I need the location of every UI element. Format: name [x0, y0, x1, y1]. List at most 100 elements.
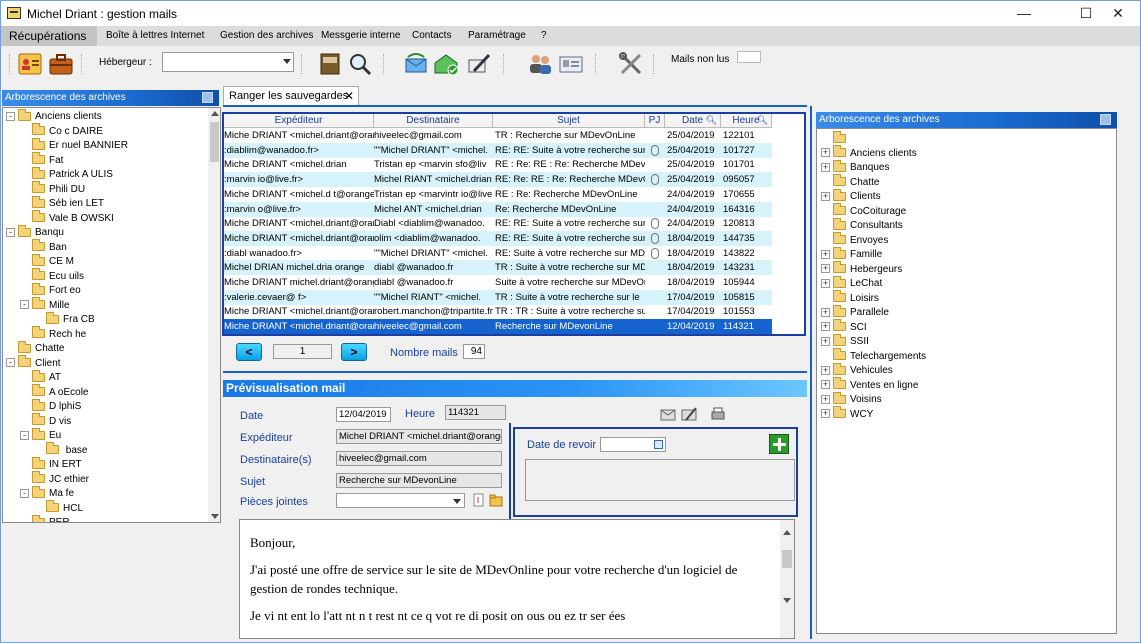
right-tree-item[interactable]: + Hebergeurs	[819, 261, 1109, 278]
col-header-date[interactable]: Date 🔍︎	[665, 114, 721, 128]
right-tree-item[interactable]: + LeChat	[819, 275, 1109, 292]
prev-page-button[interactable]: <	[236, 343, 262, 361]
right-splitter[interactable]	[810, 106, 812, 639]
table-row[interactable]: Miche DRIANT michel.driant@orange diabl @…	[224, 275, 772, 290]
right-tree-item[interactable]: + Ventes en ligne	[819, 377, 1109, 394]
right-tree-item[interactable]: + Parallele	[819, 304, 1109, 321]
print-icon[interactable]	[709, 406, 727, 422]
reply-icon[interactable]	[659, 406, 677, 422]
right-tree-item[interactable]: Telechargements	[819, 348, 1109, 365]
table-row[interactable]: Miche DRIANT <michel.drian Tristan ep <ma…	[224, 157, 772, 172]
menu-messagerie-interne[interactable]: Messgerie interne	[313, 26, 408, 46]
left-tree-scrollbar[interactable]	[208, 108, 220, 522]
left-tree-item[interactable]: IN ERT	[3, 456, 208, 473]
briefcase-icon[interactable]	[48, 51, 74, 77]
left-tree-item[interactable]: Ban	[3, 239, 208, 256]
table-row[interactable]: Miche DRIANT <michel.driant@orange hiveel…	[224, 319, 772, 334]
expand-icon[interactable]: +	[821, 322, 830, 332]
attachment-view-icon[interactable]	[472, 493, 486, 507]
left-tree-item[interactable]: base	[3, 442, 208, 459]
right-tree-item[interactable]: Consultants	[819, 217, 1109, 234]
left-tree-item[interactable]: JC ethier	[3, 471, 208, 488]
expand-icon[interactable]: +	[821, 148, 830, 158]
col-header-expediteur[interactable]: Expéditeur	[224, 114, 374, 128]
left-tree-item[interactable]: Phili DU	[3, 181, 208, 198]
menu-gestion-archives[interactable]: Gestion des archives	[212, 26, 321, 46]
search-icon[interactable]	[347, 51, 373, 77]
expand-icon[interactable]: +	[821, 162, 830, 172]
right-tree-item[interactable]: + WCY	[819, 406, 1109, 423]
left-tree-item[interactable]: Fort eo	[3, 282, 208, 299]
expand-icon[interactable]: +	[821, 409, 830, 419]
chevron-up-icon[interactable]	[783, 530, 791, 535]
right-tree-item[interactable]: + SSII	[819, 333, 1109, 350]
minimize-button[interactable]: —	[1001, 1, 1047, 26]
tab-ranger-sauvegardes[interactable]: Ranger les sauvegardes ✕	[223, 86, 359, 106]
table-row[interactable]: :diablim@wanadoo.fr> ""Michel DRIANT" <mi…	[224, 142, 772, 158]
left-tree-item[interactable]: - Client	[3, 355, 208, 372]
left-tree-item[interactable]: Fra CB	[3, 311, 208, 328]
contact-card-icon[interactable]	[17, 51, 43, 77]
left-tree-item[interactable]: Chatte	[3, 340, 208, 357]
table-row[interactable]: :marvin o@live.fr> Michel ANT <michel.dri…	[224, 201, 772, 217]
revoir-date-field[interactable]	[600, 437, 666, 452]
right-tree-item[interactable]: + SCI	[819, 319, 1109, 336]
users-icon[interactable]	[527, 51, 553, 77]
expand-icon[interactable]: +	[821, 394, 830, 404]
close-button[interactable]: ✕	[1095, 1, 1141, 26]
hebergeur-select[interactable]	[162, 52, 294, 72]
search-icon[interactable]: 🔍︎	[757, 114, 768, 127]
scroll-thumb[interactable]	[782, 550, 792, 568]
send-receive-icon[interactable]	[403, 51, 429, 77]
left-tree-item[interactable]: Patrick A ULIS	[3, 166, 208, 183]
left-tree-item[interactable]: AT	[3, 369, 208, 386]
mail-body[interactable]: Bonjour, J'ai posté une offre de service…	[239, 519, 795, 639]
menu-boite-lettres[interactable]: Boîte à lettres Internet	[98, 26, 212, 46]
table-row[interactable]: Miche DRIANT <michel.driant@orange Diabl …	[224, 216, 772, 231]
left-tree-item[interactable]: Er nuel BANNIER	[3, 137, 208, 154]
table-row[interactable]: Miche DRIANT <michel.driant@orange hiveel…	[224, 128, 772, 143]
left-tree-item[interactable]: Fat	[3, 152, 208, 169]
expand-icon[interactable]: +	[821, 307, 830, 317]
chevron-down-icon[interactable]	[211, 514, 219, 519]
pieces-jointes-select[interactable]	[336, 493, 465, 508]
left-tree-item[interactable]: Ecu uils	[3, 268, 208, 285]
right-tree-item[interactable]: + Banques	[819, 159, 1109, 176]
left-tree-item[interactable]: - Anciens clients	[3, 108, 208, 125]
table-row[interactable]: :valerie.cevaer@ f> ""Michel RIANT" <mich…	[224, 289, 772, 305]
right-tree-item[interactable]	[819, 130, 1109, 147]
revoir-note[interactable]	[525, 459, 795, 501]
table-row[interactable]: :marvin io@live.fr> Michel RIANT <michel.…	[224, 172, 772, 188]
heure-field[interactable]: 114321	[445, 405, 506, 420]
close-icon[interactable]: ✕	[344, 87, 354, 106]
left-tree-item[interactable]: - Mille	[3, 297, 208, 314]
left-tree-item[interactable]: D lphiS	[3, 398, 208, 415]
chevron-up-icon[interactable]	[211, 111, 219, 116]
right-tree-item[interactable]: Chatte	[819, 174, 1109, 191]
search-icon[interactable]: 🔍︎	[706, 114, 717, 127]
table-row[interactable]: :diabl wanadoo.fr> ""Michel DRIANT" <mich…	[224, 246, 772, 261]
left-tree-item[interactable]: D vis	[3, 413, 208, 430]
col-header-heure[interactable]: Heure 🔍︎	[721, 114, 772, 128]
add-icon[interactable]	[769, 434, 789, 454]
date-field[interactable]: 12/04/2019	[336, 407, 391, 422]
collapse-icon[interactable]: -	[20, 488, 29, 498]
mail-check-icon[interactable]	[433, 51, 459, 77]
col-header-destinataire[interactable]: Destinataire	[374, 114, 493, 128]
paperclip-icon[interactable]	[651, 247, 659, 259]
settings-tools-icon[interactable]	[618, 51, 644, 77]
table-row[interactable]: Miche DRIANT <michel.driant@orange olim …	[224, 230, 772, 246]
left-tree-item[interactable]: HCL	[3, 500, 208, 517]
paperclip-icon[interactable]	[651, 232, 659, 244]
collapse-icon[interactable]: -	[20, 300, 29, 310]
forward-icon[interactable]	[680, 406, 698, 422]
collapse-icon[interactable]: -	[20, 430, 29, 440]
menu-parametrage[interactable]: Paramétrage	[460, 26, 534, 46]
left-tree-item[interactable]: PER	[3, 514, 208, 522]
table-row[interactable]: Michel DRIAN michel.dria orange diabl @wa…	[224, 260, 772, 276]
left-tree-item[interactable]: Rech he	[3, 326, 208, 343]
table-row[interactable]: Miche DRIANT <michel.driant@orange robert…	[224, 304, 772, 319]
right-tree-item[interactable]: + Clients	[819, 188, 1109, 205]
splitter[interactable]	[223, 371, 807, 373]
menu-help[interactable]: ?	[533, 26, 555, 46]
